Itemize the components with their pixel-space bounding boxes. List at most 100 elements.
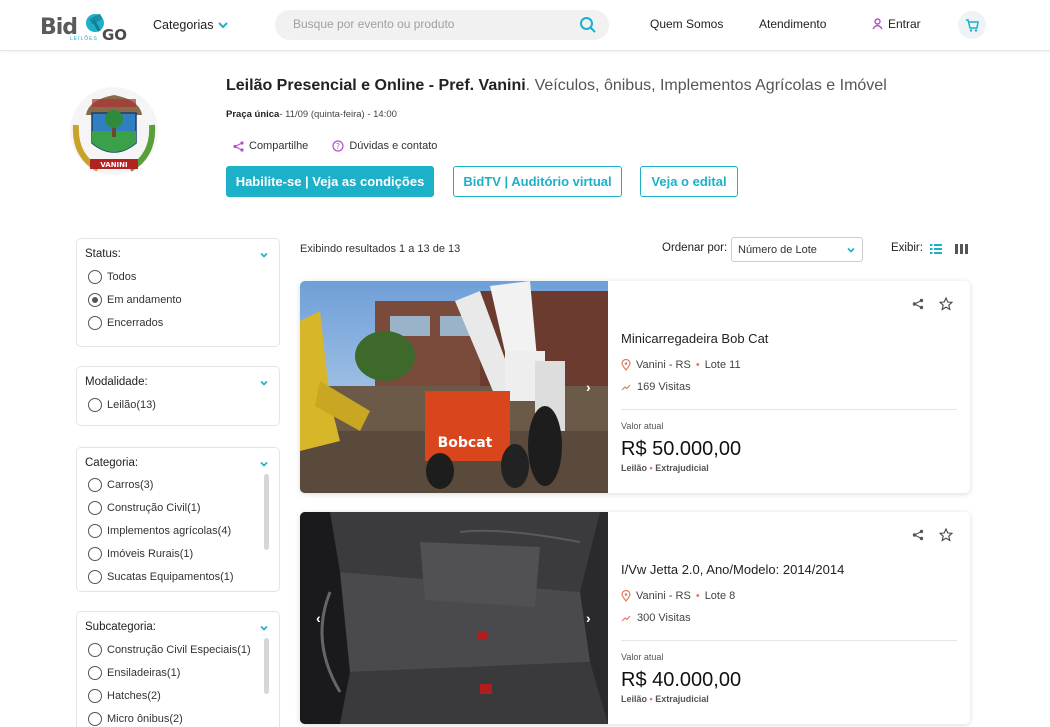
bidgo-logo[interactable]: Bid GO LEILÕES	[40, 10, 130, 44]
lot-photo-jetta-interior[interactable]	[300, 512, 608, 724]
share-icon[interactable]	[912, 298, 924, 310]
radio-icon	[88, 478, 102, 492]
edital-button[interactable]: Veja o edital	[640, 166, 738, 197]
separator-dot: •	[695, 359, 700, 371]
categoria-scrollbar[interactable]	[264, 474, 269, 550]
lot-kind-label: Extrajudicial	[655, 463, 709, 473]
share-icon	[233, 140, 244, 152]
categoria-option[interactable]: Carros(3)	[88, 478, 153, 492]
lot-title[interactable]: I/Vw Jetta 2.0, Ano/Modelo: 2014/2014	[621, 562, 844, 577]
logo-go-text: GO	[102, 26, 128, 44]
option-label: Construção Civil Especiais(1)	[107, 644, 251, 656]
doubts-label: Dúvidas e contato	[349, 140, 438, 152]
prev-image-arrow[interactable]: ‹	[316, 610, 321, 626]
grid-view-icon[interactable]	[955, 244, 968, 254]
lot-type-label: Leilão	[621, 463, 648, 473]
nav-atendimento[interactable]: Atendimento	[759, 17, 826, 31]
order-select[interactable]: Número de Lote	[731, 237, 863, 262]
lot-kind-label: Extrajudicial	[655, 694, 709, 704]
next-image-arrow[interactable]: ›	[586, 379, 591, 395]
value-label: Valor atual	[621, 652, 664, 662]
categoria-option[interactable]: Implementos agrícolas(4)	[88, 524, 231, 538]
location-pin-icon	[621, 359, 631, 371]
search-input[interactable]	[293, 17, 563, 31]
filter-status-title: Status:	[85, 248, 121, 260]
cart-icon	[966, 18, 979, 32]
order-label: Ordenar por:	[662, 242, 728, 254]
radio-icon	[88, 666, 102, 680]
chevron-down-icon[interactable]	[259, 623, 269, 633]
filter-status: Status: Todos Em andamento Encerrados	[76, 238, 280, 347]
divider	[621, 640, 957, 641]
option-label: Ensiladeiras(1)	[107, 667, 181, 679]
list-view-icon[interactable]	[930, 244, 942, 254]
option-label: Micro ônibus(2)	[107, 713, 183, 725]
subcategoria-scrollbar[interactable]	[264, 638, 269, 694]
lot-title[interactable]: Minicarregadeira Bob Cat	[621, 331, 768, 346]
share-icon[interactable]	[912, 529, 924, 541]
auction-title-main: Leilão Presencial e Online - Pref. Vanin…	[226, 77, 526, 94]
lot-card[interactable]: ‹ › I/Vw Jetta 2.0, Ano/Modelo: 2014/201…	[300, 512, 970, 724]
location-pin-icon	[621, 590, 631, 602]
chevron-down-icon[interactable]	[259, 250, 269, 260]
lot-visits: 169 Visitas	[621, 381, 691, 393]
chevron-down-icon	[847, 247, 855, 253]
doubts-link[interactable]: ? Dúvidas e contato	[332, 140, 437, 152]
next-image-arrow[interactable]: ›	[586, 610, 591, 626]
option-label: Hatches(2)	[107, 690, 161, 702]
subcategoria-option[interactable]: Hatches(2)	[88, 689, 161, 703]
search-icon[interactable]	[579, 16, 597, 34]
filter-subcategoria: Subcategoria: Construção Civil Especiais…	[76, 611, 280, 727]
lot-photo-bobcat[interactable]: Bobcat	[300, 281, 608, 493]
option-label: Carros(3)	[107, 479, 154, 491]
chevron-down-icon[interactable]	[259, 378, 269, 388]
divider	[621, 409, 957, 410]
lot-card[interactable]: Bobcat › Minicarregadeira Bob Cat Vanini…	[300, 281, 970, 493]
radio-icon	[88, 501, 102, 515]
status-option-todos[interactable]: Todos	[88, 270, 136, 284]
lot-type: Leilão • Extrajudicial	[621, 463, 709, 473]
option-label: Sucatas Equipamentos(1)	[107, 571, 234, 583]
radio-icon	[88, 270, 102, 284]
praca-date: - 11/09 (quinta-feira) - 14:00	[279, 109, 397, 120]
nav-quem-somos[interactable]: Quem Somos	[650, 17, 723, 31]
radio-icon	[88, 689, 102, 703]
option-label: Em andamento	[107, 294, 182, 306]
categoria-option[interactable]: Imóveis Rurais(1)	[88, 547, 193, 561]
seal-label: VANINI	[100, 161, 127, 169]
status-option-encerrados[interactable]: Encerrados	[88, 316, 163, 330]
top-navbar: Bid GO LEILÕES Categorias Quem Somos Ate…	[0, 0, 1050, 51]
login-label: Entrar	[888, 17, 921, 31]
categoria-option[interactable]: Sucatas Equipamentos(1)	[88, 570, 234, 584]
modalidade-option-leilao[interactable]: Leilão(13)	[88, 398, 156, 412]
subcategoria-option[interactable]: Micro ônibus(2)	[88, 712, 183, 726]
subcategoria-option[interactable]: Construção Civil Especiais(1)	[88, 643, 251, 657]
share-link[interactable]: Compartilhe	[233, 140, 308, 152]
categoria-option[interactable]: Construção Civil(1)	[88, 501, 201, 515]
municipality-seal-image: VANINI	[70, 87, 158, 175]
help-icon: ?	[332, 140, 344, 152]
lot-type-label: Leilão	[621, 694, 648, 704]
option-label: Encerrados	[107, 317, 164, 329]
lot-number: Lote 8	[704, 590, 736, 602]
login-link[interactable]: Entrar	[872, 17, 921, 31]
status-option-em-andamento[interactable]: Em andamento	[88, 293, 182, 307]
favorite-star-icon[interactable]	[939, 297, 953, 311]
option-label: Implementos agrícolas(4)	[107, 525, 232, 537]
lot-number: Lote 11	[704, 359, 741, 371]
lot-location: Vanini - RS • Lote 11	[621, 359, 741, 371]
categories-menu[interactable]: Categorias	[153, 18, 229, 32]
trend-up-icon	[621, 615, 631, 622]
radio-icon	[88, 316, 102, 330]
subcategoria-option[interactable]: Ensiladeiras(1)	[88, 666, 180, 680]
habilite-button[interactable]: Habilite-se | Veja as condições	[226, 166, 434, 197]
filter-modalidade-title: Modalidade:	[85, 376, 148, 388]
chevron-down-icon[interactable]	[259, 459, 269, 469]
cart-button[interactable]	[958, 11, 986, 39]
photo-brand-label: Bobcat	[438, 435, 493, 451]
favorite-star-icon[interactable]	[939, 528, 953, 542]
bidtv-button[interactable]: BidTV | Auditório virtual	[453, 166, 622, 197]
separator-dot: •	[649, 463, 653, 473]
radio-icon	[88, 570, 102, 584]
trend-up-icon	[621, 384, 631, 391]
